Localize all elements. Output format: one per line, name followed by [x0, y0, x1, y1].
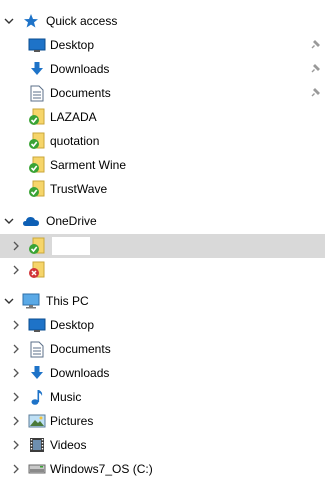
quick-access-item-downloads[interactable]: Downloads: [0, 57, 325, 81]
this-pc-label: This PC: [46, 294, 89, 308]
item-label: Documents: [50, 342, 111, 356]
pin-icon: [309, 87, 321, 99]
synced-folder-icon: [28, 108, 46, 126]
item-label: Desktop: [50, 318, 95, 332]
chevron-right-icon[interactable]: [10, 439, 22, 451]
redacted-label: [52, 237, 90, 255]
this-pc-header[interactable]: This PC: [0, 289, 325, 313]
chevron-down-icon[interactable]: [3, 295, 15, 307]
item-label: Pictures: [50, 414, 94, 428]
downloads-icon: [28, 364, 46, 382]
synced-folder-icon: [28, 237, 46, 255]
onedrive-label: OneDrive: [46, 214, 97, 228]
sync-error-folder-icon: [28, 261, 46, 279]
this-pc-item-music[interactable]: Music: [0, 385, 325, 409]
chevron-right-icon[interactable]: [10, 264, 22, 276]
quick-access-item-desktop[interactable]: Desktop: [0, 33, 325, 57]
quick-access-header[interactable]: Quick access: [0, 9, 325, 33]
quick-access-item-sarment-wine[interactable]: Sarment Wine: [0, 153, 325, 177]
item-label: Sarment Wine: [50, 158, 127, 172]
this-pc-item-drive-c[interactable]: Windows7_OS (C:): [0, 457, 325, 481]
this-pc-item-pictures[interactable]: Pictures: [0, 409, 325, 433]
item-label: Documents: [50, 86, 111, 100]
this-pc-item-documents[interactable]: Documents: [0, 337, 325, 361]
item-label: Desktop: [50, 38, 95, 52]
quick-access-item-documents[interactable]: Documents: [0, 81, 325, 105]
onedrive-item-error[interactable]: [0, 258, 325, 282]
chevron-right-icon[interactable]: [10, 319, 22, 331]
documents-icon: [28, 84, 46, 102]
music-icon: [28, 388, 46, 406]
synced-folder-icon: [28, 180, 46, 198]
item-label: Downloads: [50, 366, 110, 380]
chevron-right-icon[interactable]: [10, 343, 22, 355]
desktop-icon: [28, 316, 46, 334]
pin-icon: [309, 39, 321, 51]
chevron-down-icon[interactable]: [3, 215, 15, 227]
item-label: TrustWave: [50, 182, 108, 196]
onedrive-header[interactable]: OneDrive: [0, 209, 325, 233]
chevron-right-icon[interactable]: [10, 415, 22, 427]
item-label: Videos: [50, 438, 87, 452]
pictures-icon: [28, 412, 46, 430]
star-icon: [22, 12, 40, 30]
this-pc-item-downloads[interactable]: Downloads: [0, 361, 325, 385]
chevron-right-icon[interactable]: [10, 391, 22, 403]
quick-access-label: Quick access: [46, 14, 118, 28]
item-label: Downloads: [50, 62, 110, 76]
chevron-right-icon[interactable]: [10, 240, 22, 252]
chevron-down-icon[interactable]: [3, 15, 15, 27]
chevron-right-icon[interactable]: [10, 463, 22, 475]
synced-folder-icon: [28, 132, 46, 150]
item-label: LAZADA: [50, 110, 97, 124]
pin-icon: [309, 63, 321, 75]
computer-icon: [22, 292, 40, 310]
this-pc-item-videos[interactable]: Videos: [0, 433, 325, 457]
quick-access-item-quotation[interactable]: quotation: [0, 129, 325, 153]
onedrive-item-selected[interactable]: [0, 234, 325, 258]
downloads-icon: [28, 60, 46, 78]
chevron-right-icon[interactable]: [10, 367, 22, 379]
item-label: Windows7_OS (C:): [50, 462, 153, 476]
drive-icon: [28, 460, 46, 478]
desktop-icon: [28, 36, 46, 54]
cloud-icon: [22, 212, 40, 230]
this-pc-item-desktop[interactable]: Desktop: [0, 313, 325, 337]
videos-icon: [28, 436, 46, 454]
synced-folder-icon: [28, 156, 46, 174]
item-label: Music: [50, 390, 82, 404]
quick-access-item-trustwave[interactable]: TrustWave: [0, 177, 325, 201]
documents-icon: [28, 340, 46, 358]
quick-access-item-lazada[interactable]: LAZADA: [0, 105, 325, 129]
item-label: quotation: [50, 134, 100, 148]
